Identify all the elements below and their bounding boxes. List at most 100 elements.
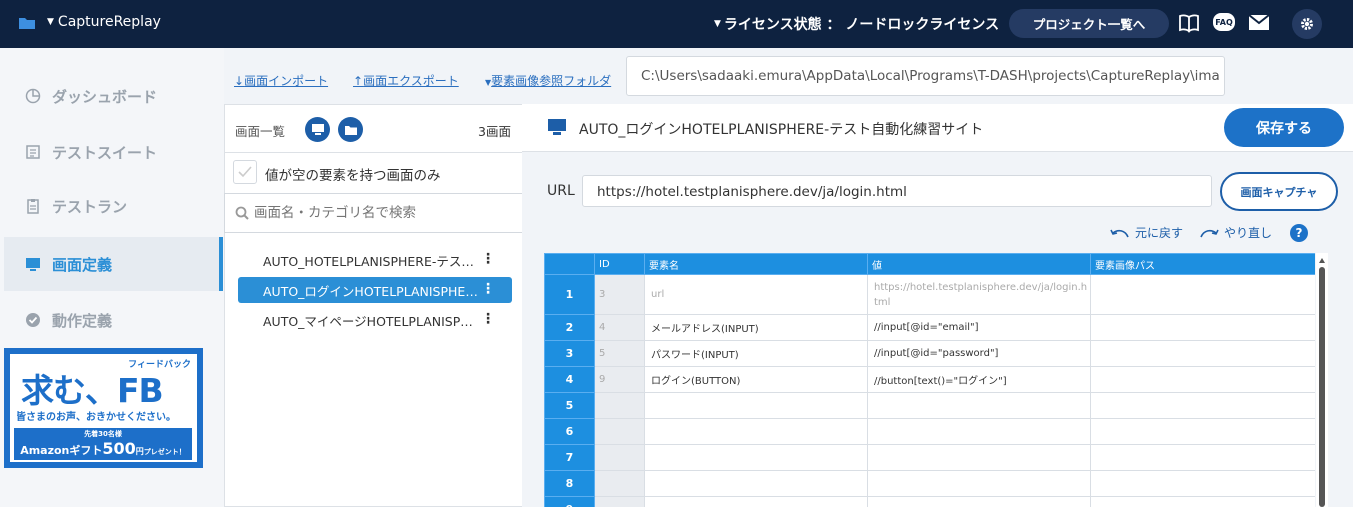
check-circle-icon	[24, 311, 42, 329]
banner-gift-prefix: Amazonギフト	[20, 444, 103, 457]
cell-element-name[interactable]	[644, 392, 868, 419]
manual-book-icon[interactable]	[1178, 12, 1200, 38]
cell-element-name[interactable]: パスワード(INPUT)	[644, 340, 868, 367]
cell-image-path[interactable]	[1090, 496, 1315, 507]
row-number[interactable]: 2	[544, 314, 595, 341]
search-box[interactable]	[224, 193, 523, 233]
screen-import-link[interactable]: ↓画面インポート	[234, 72, 328, 89]
undo-button[interactable]: 元に戻す	[1110, 224, 1183, 241]
add-folder-icon	[344, 125, 357, 135]
cell-value[interactable]: https://hotel.testplanisphere.dev/ja/log…	[867, 274, 1091, 315]
mail-icon[interactable]	[1248, 14, 1270, 35]
search-input[interactable]	[254, 205, 504, 221]
feedback-banner[interactable]: フィードバック 求む、FB 皆さまのお声、おきかせください。 先着30名様 Am…	[4, 348, 203, 468]
row-number[interactable]: 3	[544, 340, 595, 367]
cell-id	[594, 496, 645, 507]
sidebar-item-dashboard[interactable]: ダッシュボード	[4, 69, 223, 123]
url-label: URL	[547, 183, 575, 199]
project-list-button[interactable]: プロジェクト一覧へ	[1009, 9, 1169, 38]
row-number[interactable]: 8	[544, 470, 595, 497]
screen-list-item[interactable]: AUTO_HOTELPLANISPHERE-テスト自動化練習サイト ⋮	[238, 247, 512, 273]
cell-value[interactable]: //input[@id="password"]	[867, 340, 1091, 367]
row-number[interactable]: 1	[544, 274, 595, 315]
cell-value[interactable]	[867, 392, 1091, 419]
project-dropdown[interactable]: ▼ CaptureReplay	[47, 14, 161, 30]
save-button[interactable]: 保存する	[1224, 108, 1344, 147]
cell-element-name[interactable]	[644, 496, 868, 507]
monitor-icon	[547, 118, 567, 140]
header-id: ID	[594, 253, 645, 275]
table-scrollbar[interactable]	[1316, 253, 1328, 507]
sidebar-item-screen-definition[interactable]: 画面定義	[4, 237, 223, 291]
folder-label: 要素画像参照フォルダ	[491, 74, 612, 88]
url-field[interactable]: https://hotel.testplanisphere.dev/ja/log…	[582, 175, 1212, 207]
redo-label: やり直し	[1224, 226, 1273, 240]
empty-filter-checkbox[interactable]	[233, 160, 257, 184]
cell-value[interactable]	[867, 418, 1091, 445]
banner-gift: Amazonギフト500円プレゼント！	[14, 439, 192, 458]
header-row-number	[544, 253, 595, 275]
undo-icon	[1110, 229, 1129, 237]
cell-image-path[interactable]	[1090, 444, 1315, 471]
scroll-up-arrow-icon[interactable]	[1319, 258, 1325, 263]
add-screen-button[interactable]	[305, 117, 330, 142]
cell-image-path[interactable]	[1090, 340, 1315, 367]
screen-export-link[interactable]: ↑画面エクスポート	[353, 72, 459, 89]
sidebar-item-test-suite[interactable]: テストスイート	[4, 125, 223, 179]
banner-limited: 先着30名様	[84, 430, 122, 438]
undo-label: 元に戻す	[1135, 226, 1184, 240]
cell-element-name[interactable]: url	[644, 274, 868, 315]
sidebar-item-test-run[interactable]: テストラン	[4, 179, 223, 233]
cell-value[interactable]	[867, 496, 1091, 507]
cell-value[interactable]	[867, 470, 1091, 497]
cell-value[interactable]: //input[@id="email"]	[867, 314, 1091, 341]
sidebar-item-label: ダッシュボード	[52, 87, 158, 106]
export-label: 画面エクスポート	[363, 74, 459, 88]
cell-value[interactable]	[867, 444, 1091, 471]
capture-button[interactable]: 画面キャプチャ	[1220, 172, 1338, 211]
folder-path-field[interactable]: C:\Users\sadaaki.emura\AppData\Local\Pro…	[626, 56, 1225, 96]
caret-down-icon: ▼	[47, 17, 54, 27]
cell-element-name[interactable]	[644, 444, 868, 471]
settings-gear-icon[interactable]	[1292, 9, 1322, 39]
row-number[interactable]: 4	[544, 366, 595, 393]
cell-element-name[interactable]	[644, 418, 868, 445]
table-row: 9	[544, 496, 1315, 507]
sidebar-item-label: 画面定義	[52, 255, 113, 274]
export-arrow-icon: ↑	[353, 74, 364, 88]
cell-image-path[interactable]	[1090, 470, 1315, 497]
banner-gift-box: 先着30名様 Amazonギフト500円プレゼント！	[14, 428, 192, 460]
cell-value[interactable]: //button[text()="ログイン"]	[867, 366, 1091, 393]
row-number[interactable]: 9	[544, 496, 595, 507]
kebab-menu-icon[interactable]: ⋮	[481, 282, 495, 296]
kebab-menu-icon[interactable]: ⋮	[481, 252, 495, 266]
cell-image-path[interactable]	[1090, 392, 1315, 419]
kebab-menu-icon[interactable]: ⋮	[481, 312, 495, 326]
screen-list-item-selected[interactable]: AUTO_ログインHOTELPLANISPHERE-テスト自動化練習サイト ⋮	[238, 277, 512, 303]
cell-element-name[interactable]: ログイン(BUTTON)	[644, 366, 868, 393]
top-bar: ▼ CaptureReplay ▼ ライセンス状態 ： ノードロックライセンス …	[0, 0, 1353, 48]
screen-count: 3画面	[478, 124, 511, 139]
cell-element-name[interactable]: メールアドレス(INPUT)	[644, 314, 868, 341]
redo-button[interactable]: やり直し	[1199, 224, 1272, 241]
license-status[interactable]: ▼ ライセンス状態 ： ノードロックライセンス	[714, 14, 999, 34]
cell-image-path[interactable]	[1090, 314, 1315, 341]
row-number[interactable]: 5	[544, 392, 595, 419]
add-folder-button[interactable]	[338, 117, 363, 142]
image-folder-link[interactable]: ▼要素画像参照フォルダ	[485, 72, 611, 89]
checkmark-icon	[238, 166, 252, 178]
cell-element-name[interactable]	[644, 470, 868, 497]
screen-list-item[interactable]: AUTO_マイページHOTELPLANISPHERE-テスト自動化練習サイト ⋮	[238, 307, 512, 333]
help-icon[interactable]: ?	[1290, 224, 1308, 242]
cell-image-path[interactable]	[1090, 366, 1315, 393]
row-number[interactable]: 6	[544, 418, 595, 445]
sidebar-item-action-definition[interactable]: 動作定義	[4, 293, 223, 347]
screen-list-item-name: AUTO_HOTELPLANISPHERE-テスト自動化練習サイト	[263, 253, 478, 269]
folder-icon[interactable]	[18, 15, 36, 35]
cell-image-path[interactable]	[1090, 418, 1315, 445]
banner-gift-suffix: プレゼント！	[143, 448, 186, 456]
cell-image-path[interactable]	[1090, 274, 1315, 315]
scrollbar-thumb[interactable]	[1319, 267, 1325, 507]
row-number[interactable]: 7	[544, 444, 595, 471]
faq-icon[interactable]: FAQ	[1213, 13, 1235, 31]
